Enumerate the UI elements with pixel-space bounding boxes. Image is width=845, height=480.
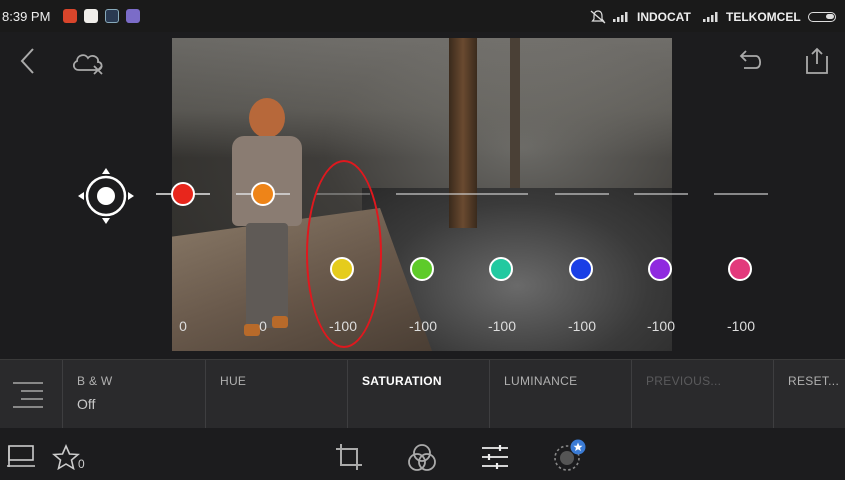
adjust-sliders-icon[interactable] [480, 444, 510, 470]
value-purple: -100 [646, 318, 676, 334]
tab-hue[interactable]: HUE [205, 360, 347, 429]
notification-app-icon [84, 9, 98, 23]
bottom-toolbar: 0 [0, 428, 845, 480]
targeted-adjustment-icon[interactable] [76, 166, 136, 226]
star-icon[interactable] [52, 444, 80, 470]
tab-saturation[interactable]: SATURATION [347, 360, 489, 429]
slider-track-purple [634, 193, 688, 195]
hsl-dot-blue[interactable] [569, 257, 593, 281]
value-blue: -100 [567, 318, 597, 334]
tab-luminance[interactable]: LUMINANCE [489, 360, 631, 429]
tab-bw-label: B & W [77, 374, 113, 388]
tab-previous[interactable]: PREVIOUS... [631, 360, 773, 429]
tab-saturation-label: SATURATION [362, 374, 442, 388]
photo-tree-trunk [449, 38, 477, 228]
notification-app-icon [63, 9, 77, 23]
share-icon[interactable] [803, 46, 831, 76]
back-chevron-icon[interactable] [18, 46, 38, 76]
slider-track-blue [555, 193, 609, 195]
presets-icon[interactable] [406, 442, 438, 474]
selective-edit-icon[interactable] [552, 438, 588, 474]
carrier-2: TELKOMCEL [726, 10, 801, 24]
battery-icon [808, 12, 836, 22]
photo-child [232, 98, 302, 338]
undo-icon[interactable] [736, 48, 764, 74]
slider-track-green [396, 193, 528, 195]
tab-luminance-label: LUMINANCE [504, 374, 578, 388]
value-aqua: -100 [487, 318, 517, 334]
tab-bw-value: Off [77, 396, 96, 412]
signal-icon [613, 12, 628, 22]
panel-menu-icon[interactable] [11, 380, 45, 410]
hsl-dot-orange[interactable] [251, 182, 275, 206]
hsl-tab-bar: B & W Off HUE SATURATION LUMINANCE PREVI… [0, 359, 845, 429]
tab-previous-label: PREVIOUS... [646, 374, 722, 388]
slider-track-magenta [714, 193, 768, 195]
notification-lightroom-icon [105, 9, 119, 23]
hsl-dot-magenta[interactable] [728, 257, 752, 281]
tab-reset-label: RESET... [788, 374, 840, 388]
hsl-dot-purple[interactable] [648, 257, 672, 281]
hsl-dot-green[interactable] [410, 257, 434, 281]
crop-icon[interactable] [334, 442, 364, 472]
hsl-dot-red[interactable] [171, 182, 195, 206]
status-bar: 8:39 PM INDOCAT TELKOMCEL [0, 0, 845, 32]
value-green: -100 [408, 318, 438, 334]
status-time: 8:39 PM [2, 9, 51, 24]
flag-icon[interactable] [6, 444, 36, 468]
rating-count: 0 [78, 457, 85, 471]
red-ellipse-annotation [306, 160, 382, 348]
mute-icon [590, 10, 606, 24]
photo-tree-trunk [510, 38, 520, 188]
tab-hue-label: HUE [220, 374, 247, 388]
tab-bw[interactable]: B & W Off [62, 360, 205, 429]
value-red: 0 [179, 318, 187, 334]
notification-app-icon [126, 9, 140, 23]
cloud-off-icon[interactable] [70, 50, 106, 76]
hsl-dot-aqua[interactable] [489, 257, 513, 281]
photo-canvas[interactable] [172, 38, 672, 351]
value-orange: 0 [259, 318, 267, 334]
signal-icon [703, 12, 718, 22]
value-magenta: -100 [726, 318, 756, 334]
carrier-1: INDOCAT [637, 10, 691, 24]
tab-reset[interactable]: RESET... [773, 360, 845, 429]
